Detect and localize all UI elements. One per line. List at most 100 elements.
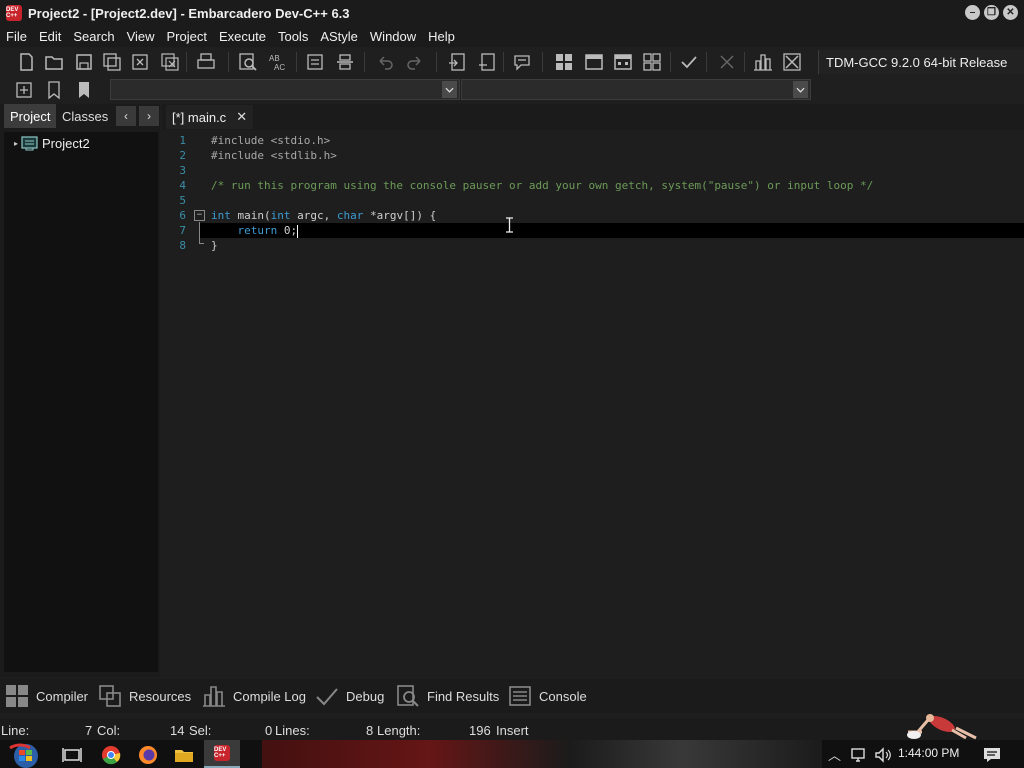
menu-edit[interactable]: Edit xyxy=(35,29,65,44)
start-button-icon[interactable] xyxy=(6,742,44,768)
debug-stop-icon[interactable] xyxy=(780,51,804,73)
menu-window[interactable]: Window xyxy=(366,29,420,44)
status-lines-label: Lines: xyxy=(275,723,310,738)
expand-arrow-icon[interactable]: ▸ xyxy=(14,139,18,148)
line-number: 6 xyxy=(179,209,186,222)
tab-label: Console xyxy=(539,688,587,704)
class-combobox[interactable] xyxy=(110,79,460,100)
network-icon[interactable] xyxy=(850,745,870,765)
insert-icon[interactable] xyxy=(12,79,36,101)
member-combobox[interactable] xyxy=(461,79,811,100)
syntax-check-icon[interactable] xyxy=(677,51,701,73)
tab-console[interactable]: Console xyxy=(508,682,587,710)
bookmark-icon[interactable] xyxy=(42,79,66,101)
redo-icon[interactable] xyxy=(403,51,427,73)
compile-run-icon[interactable] xyxy=(611,51,635,73)
open-icon[interactable] xyxy=(42,51,66,73)
volume-icon[interactable] xyxy=(873,745,893,765)
save-icon[interactable] xyxy=(72,51,96,73)
tab-compiler[interactable]: Compiler xyxy=(5,682,88,710)
menu-project[interactable]: Project xyxy=(163,29,211,44)
fold-toggle-icon[interactable]: − xyxy=(194,210,205,221)
chevron-right-icon[interactable]: › xyxy=(139,106,159,126)
indent-icon[interactable] xyxy=(303,51,327,73)
new-file-icon[interactable] xyxy=(14,51,38,73)
menu-execute[interactable]: Execute xyxy=(215,29,270,44)
undo-icon[interactable] xyxy=(373,51,397,73)
rebuild-icon[interactable] xyxy=(640,51,664,73)
close-icon[interactable]: ✕ xyxy=(236,109,247,125)
svg-text:AB: AB xyxy=(269,54,280,63)
window-title: Project2 - [Project2.dev] - Embarcadero … xyxy=(28,5,350,21)
resources-icon xyxy=(99,685,121,707)
current-line-highlight xyxy=(199,223,1024,238)
code-line: #include <stdio.h> xyxy=(211,134,331,147)
title-bar: DEV C++ Project2 - [Project2.dev] - Emba… xyxy=(0,0,1024,26)
close-all-icon[interactable] xyxy=(158,51,182,73)
tab-label: Compiler xyxy=(36,688,89,704)
code-editor[interactable]: 1 2 3 4 5 6 7 8 − #include <stdio.h> #in… xyxy=(165,131,1024,679)
notifications-icon[interactable] xyxy=(982,745,1002,765)
goto-next-icon[interactable] xyxy=(475,51,499,73)
status-mode: Insert xyxy=(496,723,529,738)
line-number-gutter: 1 2 3 4 5 6 7 8 xyxy=(165,131,191,679)
status-sel-value: 0 xyxy=(265,723,273,738)
run-icon[interactable] xyxy=(582,51,606,73)
minimize-button[interactable]: – xyxy=(965,5,980,20)
comment-icon[interactable] xyxy=(510,51,534,73)
menu-tools[interactable]: Tools xyxy=(274,29,312,44)
status-line-value: 7 xyxy=(85,723,93,738)
save-all-icon[interactable] xyxy=(100,51,124,73)
replace-icon[interactable]: AB AC xyxy=(266,51,290,73)
menu-search[interactable]: Search xyxy=(69,29,118,44)
devcpp-icon: DEV C++ xyxy=(214,745,230,761)
status-length-value: 196 xyxy=(469,723,491,738)
compile-icon[interactable] xyxy=(552,51,576,73)
file-explorer-icon[interactable] xyxy=(174,745,194,765)
tab-label: [*] main.c xyxy=(172,109,227,125)
chart-icon[interactable] xyxy=(751,51,775,73)
goto-icon[interactable] xyxy=(445,51,469,73)
taskbar: DEV C++ ︿ 1:44:00 PM xyxy=(0,740,1024,768)
firefox-icon[interactable] xyxy=(138,745,158,765)
fold-guide xyxy=(199,222,200,244)
find-results-icon xyxy=(397,685,419,707)
code-line: return 0; xyxy=(237,224,299,238)
find-icon[interactable] xyxy=(236,51,260,73)
chevron-down-icon[interactable] xyxy=(793,81,808,98)
tab-label: Resources xyxy=(129,688,192,704)
goto-bookmark-icon[interactable] xyxy=(72,79,96,101)
tab-find-results[interactable]: Find Results xyxy=(396,682,499,710)
chevron-down-icon[interactable] xyxy=(442,81,457,98)
unindent-icon[interactable] xyxy=(333,51,357,73)
code-line: } xyxy=(211,239,218,252)
tab-main-c[interactable]: [*] main.c ✕ xyxy=(166,105,254,129)
compiler-icon xyxy=(6,685,28,707)
chevron-left-icon[interactable]: ‹ xyxy=(116,106,136,126)
tab-compile-log[interactable]: Compile Log xyxy=(202,682,306,710)
close-icon[interactable] xyxy=(128,51,152,73)
task-view-icon[interactable] xyxy=(62,745,82,765)
chevron-up-icon[interactable]: ︿ xyxy=(828,745,841,764)
project-icon xyxy=(21,136,38,151)
close-window-button[interactable]: ✕ xyxy=(1003,5,1018,20)
menu-file[interactable]: File xyxy=(2,29,31,44)
taskbar-background xyxy=(262,740,822,768)
stop-icon[interactable] xyxy=(715,51,739,73)
restore-button[interactable]: ❐ xyxy=(984,5,999,20)
menu-astyle[interactable]: AStyle xyxy=(316,29,362,44)
menu-help[interactable]: Help xyxy=(424,29,459,44)
tree-item-project2[interactable]: ▸ Project2 xyxy=(14,136,90,151)
tab-project[interactable]: Project xyxy=(4,104,57,128)
tab-debug[interactable]: Debug xyxy=(315,682,384,710)
menu-view[interactable]: View xyxy=(123,29,159,44)
chrome-icon[interactable] xyxy=(101,745,121,765)
tab-classes[interactable]: Classes xyxy=(56,104,114,128)
devcpp-taskbar-button[interactable]: DEV C++ xyxy=(204,740,240,768)
compiler-select[interactable]: TDM-GCC 9.2.0 64-bit Release xyxy=(818,50,1024,74)
tab-resources[interactable]: Resources xyxy=(98,682,191,710)
code-line: #include <stdlib.h> xyxy=(211,149,337,162)
code-line: int main(int argc, char *argv[]) { xyxy=(211,209,437,222)
print-icon[interactable] xyxy=(194,51,218,73)
tab-label: Compile Log xyxy=(233,688,306,704)
